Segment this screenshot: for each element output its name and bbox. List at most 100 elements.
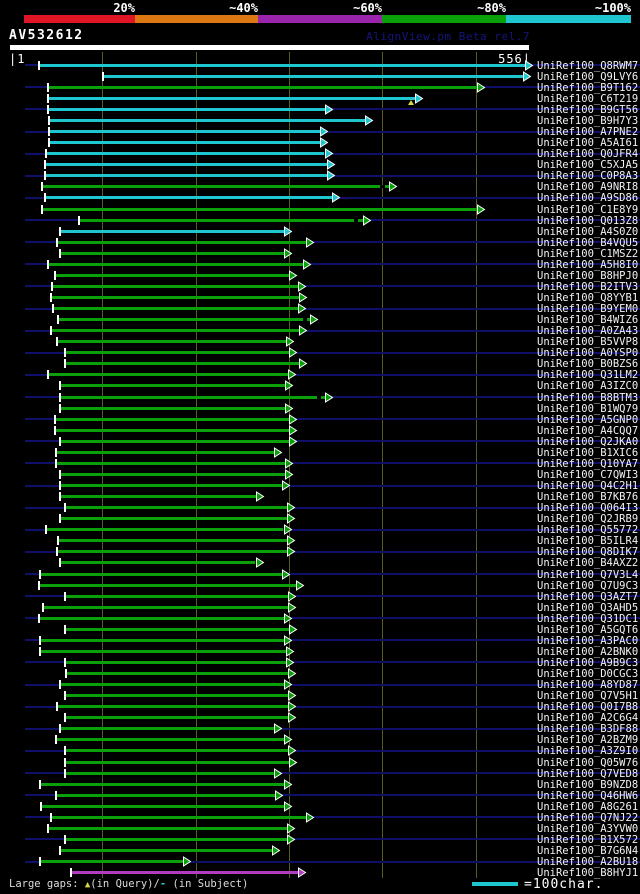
hit-bar[interactable] bbox=[41, 207, 477, 211]
hit-bar[interactable] bbox=[65, 506, 288, 510]
hit-bar[interactable] bbox=[44, 163, 328, 167]
hit-bar[interactable] bbox=[55, 793, 275, 797]
hit-bar[interactable] bbox=[41, 185, 381, 189]
hit-bar[interactable] bbox=[59, 472, 286, 476]
hit-bar[interactable] bbox=[56, 550, 288, 554]
hit-bar[interactable] bbox=[65, 351, 290, 355]
hit-bar[interactable] bbox=[65, 716, 289, 720]
hit-bar[interactable] bbox=[60, 561, 256, 565]
hit-start-tick bbox=[64, 657, 67, 667]
hit-arrow-icon bbox=[362, 214, 372, 226]
hit-start-tick bbox=[55, 237, 58, 247]
hit-bar[interactable] bbox=[59, 849, 273, 852]
hit-bar[interactable] bbox=[60, 229, 285, 233]
hit-start-tick bbox=[64, 591, 67, 601]
hit-bar[interactable] bbox=[39, 638, 285, 642]
hit-bar[interactable] bbox=[48, 373, 289, 377]
hit-bar[interactable] bbox=[60, 517, 288, 521]
hit-arrow-icon bbox=[327, 170, 336, 182]
hit-bar[interactable] bbox=[54, 428, 290, 432]
hit-bar[interactable] bbox=[60, 251, 285, 255]
hit-arrow-icon bbox=[284, 225, 293, 237]
hit-bar[interactable] bbox=[48, 96, 416, 100]
hit-arrow-icon bbox=[272, 845, 281, 856]
hit-bar[interactable] bbox=[56, 705, 289, 709]
hit-bar[interactable] bbox=[65, 594, 289, 598]
scale-segment bbox=[258, 15, 382, 23]
alignview-page: AV532612 AlignView.pm Beta rel.7 |1 556|… bbox=[0, 0, 640, 894]
hit-start-tick bbox=[55, 547, 58, 557]
hit-bar[interactable] bbox=[59, 683, 285, 687]
hit-bar[interactable] bbox=[39, 649, 287, 653]
scale-label: ~40% bbox=[229, 1, 258, 15]
hit-bar[interactable] bbox=[65, 760, 290, 764]
hit-bar[interactable] bbox=[59, 484, 282, 487]
hit-bar[interactable] bbox=[59, 727, 275, 731]
hit-bar[interactable] bbox=[38, 63, 526, 67]
hit-bar[interactable] bbox=[59, 439, 290, 443]
hit-arrow-icon bbox=[274, 446, 283, 458]
hit-arrow-icon bbox=[364, 115, 374, 126]
hit-bar[interactable] bbox=[103, 74, 524, 78]
hit-bar[interactable] bbox=[57, 318, 304, 322]
hit-bar[interactable] bbox=[59, 406, 286, 410]
hit-bar[interactable] bbox=[38, 616, 285, 620]
hit-bar[interactable] bbox=[42, 605, 289, 609]
hit-bar[interactable] bbox=[66, 672, 289, 675]
hit-bar[interactable] bbox=[46, 152, 325, 156]
hit-start-tick bbox=[47, 104, 50, 114]
hit-bar[interactable] bbox=[59, 495, 256, 498]
hit-bar[interactable] bbox=[59, 384, 286, 388]
hit-bar[interactable] bbox=[56, 240, 306, 244]
hit-bar[interactable] bbox=[51, 329, 300, 333]
hit-bar[interactable] bbox=[52, 284, 299, 288]
hit-bar[interactable] bbox=[55, 461, 286, 465]
hit-bar[interactable] bbox=[65, 627, 290, 631]
hit-bar[interactable] bbox=[49, 119, 365, 122]
hit-bar[interactable] bbox=[51, 296, 300, 299]
hit-arrow-icon bbox=[298, 303, 307, 314]
hit-bar[interactable] bbox=[48, 826, 288, 830]
gap-legend-text: Large gaps: bbox=[9, 878, 85, 890]
hit-bar[interactable] bbox=[79, 218, 355, 222]
hit-bar[interactable] bbox=[48, 262, 304, 266]
hundred-char-label: =100char. bbox=[524, 877, 604, 892]
hit-start-tick bbox=[54, 790, 57, 800]
hit-bar[interactable] bbox=[56, 340, 287, 344]
hit-bar[interactable] bbox=[40, 804, 285, 808]
hit-bar[interactable] bbox=[70, 871, 299, 875]
hit-bar[interactable] bbox=[54, 273, 290, 277]
hit-bar[interactable] bbox=[65, 660, 287, 664]
hit-bar[interactable] bbox=[39, 860, 183, 863]
hit-bar[interactable] bbox=[39, 782, 285, 786]
hit-bar[interactable] bbox=[54, 417, 290, 421]
hit-bar[interactable] bbox=[65, 837, 288, 841]
hit-bar[interactable] bbox=[51, 815, 306, 819]
hit-arrow-icon bbox=[255, 491, 264, 502]
hit-bar[interactable] bbox=[46, 528, 284, 532]
query-gap-label: (in Query)/ bbox=[90, 878, 160, 890]
hit-arrow-icon bbox=[332, 192, 341, 204]
hit-bar[interactable] bbox=[65, 362, 300, 366]
hit-bar[interactable] bbox=[44, 174, 328, 178]
hit-bar[interactable] bbox=[55, 738, 285, 742]
hit-bar[interactable] bbox=[65, 749, 289, 753]
hit-bar[interactable] bbox=[48, 107, 325, 111]
scale-label: ~60% bbox=[353, 1, 382, 15]
hit-bar[interactable] bbox=[49, 130, 320, 134]
hit-bar[interactable] bbox=[59, 395, 318, 399]
hit-bar[interactable] bbox=[44, 196, 332, 200]
hit-bar[interactable] bbox=[38, 583, 296, 587]
hit-bar[interactable] bbox=[52, 307, 299, 310]
hit-bar[interactable] bbox=[49, 141, 320, 145]
hit-bar[interactable] bbox=[48, 85, 477, 89]
hit-arrow-icon bbox=[255, 557, 264, 569]
hit-arrow-icon bbox=[305, 236, 315, 248]
hit-arrow-icon bbox=[284, 800, 293, 812]
hit-bar[interactable] bbox=[57, 539, 288, 543]
hit-start-tick bbox=[51, 304, 54, 313]
hit-bar[interactable] bbox=[65, 694, 289, 698]
hit-bar[interactable] bbox=[65, 771, 275, 775]
hit-bar[interactable] bbox=[39, 572, 282, 576]
hit-bar[interactable] bbox=[55, 450, 275, 454]
